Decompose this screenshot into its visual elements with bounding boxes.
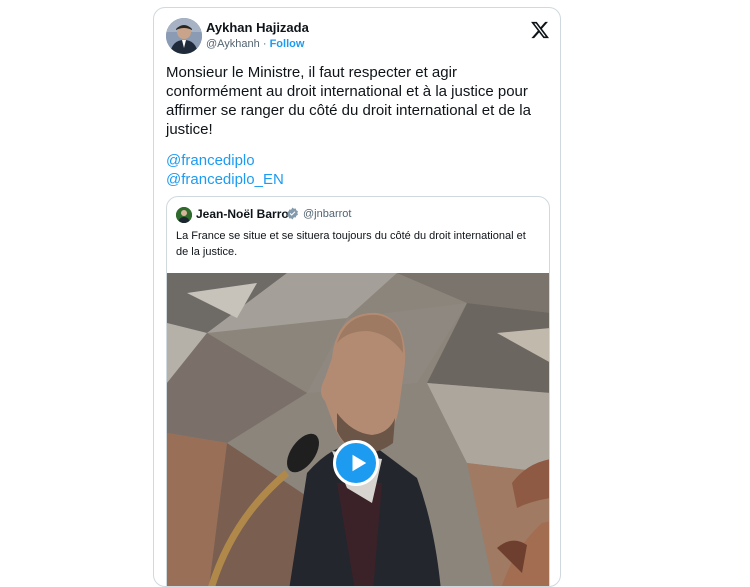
- tweet-card: Aykhan Hajizada @Aykhanh · Follow Monsie…: [153, 7, 561, 587]
- gray-verified-badge-icon: [286, 207, 299, 220]
- author-handle[interactable]: @Aykhanh: [206, 38, 260, 50]
- x-logo-icon[interactable]: [530, 20, 550, 40]
- play-icon: [352, 454, 367, 472]
- author-meta: @Aykhanh · Follow: [206, 38, 304, 50]
- quote-text: La France se situe et se situera toujour…: [176, 230, 526, 258]
- meta-separator: ·: [262, 38, 267, 50]
- play-button[interactable]: [333, 440, 379, 486]
- author-name[interactable]: Aykhan Hajizada: [206, 20, 309, 35]
- follow-button[interactable]: Follow: [270, 38, 305, 50]
- quoted-tweet[interactable]: Jean-Noël Barrot @jnbarrot La France se …: [166, 196, 550, 586]
- author-avatar[interactable]: [166, 18, 202, 54]
- tweet-text: Monsieur le Ministre, il faut respecter …: [166, 64, 531, 138]
- quote-author-handle: @jnbarrot: [303, 208, 352, 220]
- quote-author-name: Jean-Noël Barrot: [196, 207, 293, 221]
- video-thumbnail[interactable]: [167, 273, 549, 586]
- mention-link[interactable]: @francediplo_EN: [166, 171, 284, 188]
- mention-link[interactable]: @francediplo: [166, 152, 255, 169]
- quote-author-avatar: [176, 207, 192, 223]
